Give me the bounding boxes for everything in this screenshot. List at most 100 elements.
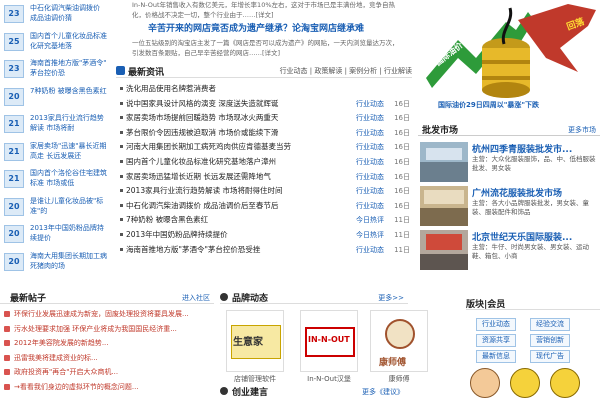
news-category[interactable]: 行业动态: [356, 155, 384, 169]
news-category[interactable]: 行业动态: [356, 170, 384, 184]
news-category[interactable]: 行业动态: [356, 184, 384, 198]
date-item-text[interactable]: 2013家具行业流行趋势解读 市场将耐: [30, 113, 108, 133]
news-row[interactable]: 河南大用集团长期加工病死鸡肉供应肯德基麦当劳 行业动态 16日: [120, 140, 410, 154]
date-list-item[interactable]: 20 7种奶粉 被曝含黑色素红: [4, 85, 107, 111]
date-badge: 23: [4, 5, 24, 23]
board-link[interactable]: 经验交流: [530, 318, 570, 331]
board-link[interactable]: 营销创新: [530, 334, 570, 347]
bullet-icon: [120, 189, 123, 193]
date-item-text[interactable]: 2013年中国奶粉品牌持续提价: [30, 223, 108, 243]
date-list-item[interactable]: 23 中石化调汽柴油调拨价 成品油调价猜: [4, 2, 107, 28]
date-list-item[interactable]: 25 国内首个儿童化妆品标准化研究基地落: [4, 30, 107, 56]
post-title[interactable]: 政府投资再"再合"开启大众商机...: [14, 366, 118, 378]
post-title[interactable]: 迅雷我美将建成资业的标...: [14, 352, 98, 364]
market-item[interactable]: 北京世纪天乐国际服装... 主营：牛仔、时尚男女装、男女装、运动鞋、箱包、小商: [420, 230, 600, 274]
oil-price-ad[interactable]: 回落 国际油价 国际油价29日四周以"暴涨"下跌: [418, 0, 600, 110]
news-row[interactable]: 洗化用品使用名牌惹消费者: [120, 82, 410, 96]
date-item-text[interactable]: 是谁让儿童化妆品被"标准"的: [30, 196, 108, 216]
news-row[interactable]: 2013家具行业流行趋势解读 市场将耐得住时间 行业动态 16日: [120, 184, 410, 198]
post-row[interactable]: 政府投资再"再合"开启大众商机...: [4, 366, 214, 378]
market-name[interactable]: 北京世纪天乐国际服装...: [472, 230, 572, 243]
post-title[interactable]: →看看我们身边的虚拟环节的概念问题...: [14, 381, 139, 393]
more-markets-link[interactable]: 更多市场: [568, 125, 596, 135]
news-headline[interactable]: 2013年中国奶粉品牌持续提价: [126, 228, 228, 242]
article-headline[interactable]: 辛苦开来的网店竟否成为遗产继承？论淘宝网店继承难: [148, 24, 364, 35]
date-list-item[interactable]: 20 2013年中国奶粉品牌持续提价: [4, 222, 107, 248]
news-tabs[interactable]: 行业动态 | 政策解读 | 案例分析 | 行业解读: [280, 66, 412, 76]
news-category[interactable]: 行业动态: [356, 97, 384, 111]
post-row[interactable]: 环保行业发展迅速成为新宠，固废处理投资将要具发展...: [4, 308, 214, 320]
news-category[interactable]: 行业动态: [356, 199, 384, 213]
bullet-icon: [120, 87, 123, 90]
market-item[interactable]: 杭州四季青服装批发市... 主营：大众化服装服饰，品、中、低档服装批发、男女装: [420, 142, 600, 186]
brand-label[interactable]: In-N-Out汉堡: [299, 374, 359, 384]
date-item-text[interactable]: 国内首个儿童化妆品标准化研究基地落: [30, 31, 108, 51]
brand-logo[interactable]: IN-N-OUT: [300, 310, 358, 372]
news-headline[interactable]: 国内首个儿童化妆品标准化研究基地落户漳州: [126, 155, 276, 169]
news-category[interactable]: 今日热评: [356, 213, 384, 227]
news-row[interactable]: 国内首个儿童化妆品标准化研究基地落户漳州 行业动态 16日: [120, 155, 410, 169]
date-item-text[interactable]: 家居卖场"迅速"暴长近期高走 长远发展还: [30, 141, 108, 161]
post-row[interactable]: →看看我们身边的虚拟环节的概念问题...: [4, 381, 214, 393]
date-list-item[interactable]: 21 国内首个洛伦谷住宅建筑标准 市场或低: [4, 167, 107, 193]
brand-label[interactable]: 店铺管理软件: [225, 374, 285, 384]
date-list-item[interactable]: 20 海南大用集团长期加工病死猪肉的场: [4, 250, 107, 276]
news-row[interactable]: 茅台限价令因违规被迫取消 市场价或能续下滑 行业动态 16日: [120, 126, 410, 140]
news-row[interactable]: 中石化调汽柴油调拨价 成品油调价后至春节后 行业动态 16日: [120, 199, 410, 213]
news-headline[interactable]: 2013家具行业流行趋势解读 市场将耐得住时间: [126, 184, 282, 198]
board-link[interactable]: 行业动态: [476, 318, 516, 331]
news-headline[interactable]: 7种奶粉 被曝含黑色素红: [126, 213, 208, 227]
market-name[interactable]: 广州流花服装批发市场: [472, 186, 562, 199]
news-row[interactable]: 7种奶粉 被曝含黑色素红 今日热评 11日: [120, 213, 410, 227]
news-category[interactable]: 今日热评: [356, 228, 384, 242]
news-headline[interactable]: 说中国家具设计风格的演变 深度送失造就辉诞: [126, 97, 278, 111]
news-category[interactable]: 行业动态: [356, 126, 384, 140]
news-headline[interactable]: 洗化用品使用名牌惹消费者: [126, 82, 216, 96]
brand-logo[interactable]: 生意家: [226, 310, 284, 372]
date-item-text[interactable]: 国内首个洛伦谷住宅建筑标准 市场或低: [30, 168, 108, 188]
board-link[interactable]: 现代广告: [530, 350, 570, 363]
member-avatar[interactable]: [510, 368, 540, 398]
biz-more-link[interactable]: 更多《建议》: [362, 387, 404, 397]
news-headline[interactable]: 茅台限价令因违规被迫取消 市场价或能续下滑: [126, 126, 278, 140]
news-category[interactable]: 行业动态: [356, 140, 384, 154]
member-avatar[interactable]: [470, 368, 500, 398]
news-row[interactable]: 家居卖场迅猛增长近期 长远发展还需降地气 行业动态 16日: [120, 170, 410, 184]
date-list-item[interactable]: 21 2013家具行业流行趋势解读 市场将耐: [4, 112, 107, 138]
enter-community-link[interactable]: 进入社区: [182, 293, 210, 303]
brand-logo[interactable]: 康师傅: [370, 310, 428, 372]
news-row[interactable]: 海南首推地方版"茅酒令"茅台控价恐受挫 行业动态 11日: [120, 243, 410, 257]
news-headline[interactable]: 中石化调汽柴油调拨价 成品油调价后至春节后: [126, 199, 278, 213]
news-category[interactable]: 行业动态: [356, 111, 384, 125]
date-list-item[interactable]: 23 海南首推地方版"茅酒令" 茅台控价恐: [4, 57, 107, 83]
date-item-text[interactable]: 海南首推地方版"茅酒令" 茅台控价恐: [30, 58, 108, 78]
post-title[interactable]: 2012年美容院发展的新趋势...: [14, 337, 109, 349]
post-row[interactable]: 2012年美容院发展的新趋势...: [4, 337, 214, 349]
news-row[interactable]: 2013年中国奶粉品牌持续提价 今日热评 11日: [120, 228, 410, 242]
news-headline[interactable]: 家居卖场市场提前回暖趋势 市场现冰火两重天: [126, 111, 278, 125]
date-list-item[interactable]: 20 是谁让儿童化妆品被"标准"的: [4, 195, 107, 221]
market-name[interactable]: 杭州四季青服装批发市...: [472, 142, 572, 155]
brand-label[interactable]: 康师傅: [369, 374, 429, 384]
date-item-text[interactable]: 海南大用集团长期加工病死猪肉的场: [30, 251, 108, 271]
post-title[interactable]: 环保行业发展迅速成为新宠，固废处理投资将要具发展...: [14, 308, 189, 320]
board-link[interactable]: 资源共享: [476, 334, 516, 347]
board-link[interactable]: 最新信息: [476, 350, 516, 363]
member-avatar[interactable]: [550, 368, 580, 398]
news-row[interactable]: 家居卖场市场提前回暖趋势 市场现冰火两重天 行业动态 16日: [120, 111, 410, 125]
news-category[interactable]: 行业动态: [356, 243, 384, 257]
date-item-text[interactable]: 中石化调汽柴油调拨价 成品油调价猜: [30, 3, 108, 23]
news-headline[interactable]: 河南大用集团长期加工病死鸡肉供应肯德基麦当劳: [126, 140, 291, 154]
news-row[interactable]: 说中国家具设计风格的演变 深度送失造就辉诞 行业动态 16日: [120, 97, 410, 111]
news-headline[interactable]: 家居卖场迅猛增长近期 长远发展还需降地气: [126, 170, 271, 184]
date-item-text[interactable]: 7种奶粉 被曝含黑色素红: [30, 86, 108, 96]
post-row[interactable]: 污水处理要求加强 环保产业将成为我国国民经济重...: [4, 323, 214, 335]
post-row[interactable]: 迅雷我美将建成资业的标...: [4, 352, 214, 364]
date-list-item[interactable]: 21 家居卖场"迅速"暴长近期高走 长远发展还: [4, 140, 107, 166]
market-item[interactable]: 广州流花服装批发市场 主营：各大小品牌服装批发，男女装、童装、服装配件和饰品: [420, 186, 600, 230]
bullet-icon: [120, 116, 123, 120]
ad-caption[interactable]: 国际油价29日四周以"暴涨"下跌: [438, 100, 539, 110]
more-brands-link[interactable]: 更多>>: [378, 293, 404, 303]
post-title[interactable]: 污水处理要求加强 环保产业将成为我国国民经济重...: [14, 323, 177, 335]
news-headline[interactable]: 海南首推地方版"茅酒令"茅台控价恐受挫: [126, 243, 260, 257]
